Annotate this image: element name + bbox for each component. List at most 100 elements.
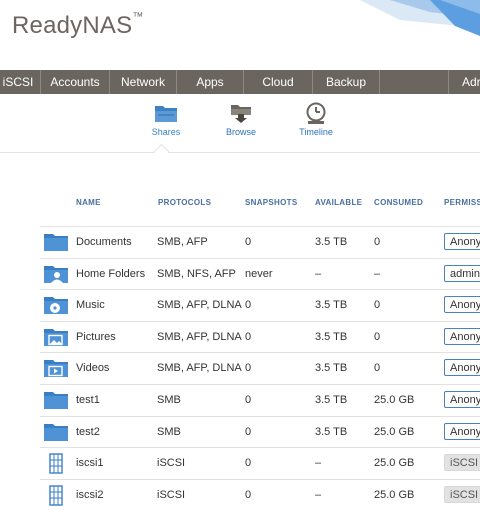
share-available: 3.5 TB xyxy=(315,362,348,375)
share-snapshots: 0 xyxy=(245,330,252,343)
share-snapshots: 0 xyxy=(245,488,252,501)
share-available: 3.5 TB xyxy=(315,394,348,406)
trademark-mark: ™ xyxy=(132,11,144,23)
share-name: iscsi2 xyxy=(76,488,104,501)
share-permission-button[interactable]: Anony xyxy=(444,327,480,345)
share-name: iscsi1 xyxy=(76,457,104,470)
share-consumed: 25.0 GB xyxy=(374,394,415,406)
share-consumed: 25.0 GB xyxy=(374,488,415,501)
share-protocols: SMB, NFS, AFP xyxy=(157,267,236,280)
tab-browse[interactable]: Browse xyxy=(220,102,262,137)
share-consumed: 0 xyxy=(374,236,381,248)
table-row[interactable]: test1 SMB 0 3.5 TB 25.0 GB Anony xyxy=(40,384,480,416)
share-permission-button[interactable]: iSCSI xyxy=(444,485,480,503)
nav-blank[interactable] xyxy=(380,70,448,94)
timeline-clock-icon xyxy=(306,102,326,124)
table-row[interactable]: Pictures SMB, AFP, DLNA 0 3.5 TB 0 Anony xyxy=(40,320,480,353)
col-name[interactable]: NAME xyxy=(76,198,101,207)
tab-shares[interactable]: Shares xyxy=(146,102,186,137)
col-permissions[interactable]: PERMISS xyxy=(444,198,480,207)
share-consumed: 0 xyxy=(374,299,381,312)
share-consumed: – xyxy=(374,267,381,280)
share-name: Music xyxy=(76,299,105,312)
table-row[interactable]: iscsi2 iSCSI 0 – 25.0 GB iSCSI xyxy=(40,478,480,511)
share-permission-button[interactable]: Anony xyxy=(444,296,480,314)
share-consumed: 25.0 GB xyxy=(374,425,415,438)
col-snapshots[interactable]: SNAPSHOTS xyxy=(245,198,298,207)
header-decoration xyxy=(360,0,480,36)
share-snapshots: 0 xyxy=(245,425,252,438)
share-name: Pictures xyxy=(76,330,116,343)
share-protocols: SMB, AFP, DLNA xyxy=(157,330,242,343)
app-header: ReadyNAS™ xyxy=(0,0,480,70)
videos-folder-icon xyxy=(44,360,68,378)
share-name: Videos xyxy=(76,362,110,375)
table-row[interactable]: test2 SMB 0 3.5 TB 25.0 GB Anony xyxy=(40,415,480,448)
nav-iscsi[interactable]: iSCSI xyxy=(0,70,40,94)
share-permission-button[interactable]: iSCSI xyxy=(444,454,480,472)
share-snapshots: 0 xyxy=(245,236,252,248)
col-protocols[interactable]: PROTOCOLS xyxy=(158,198,211,207)
col-available[interactable]: AVAILABLE xyxy=(315,198,362,207)
share-permission-button[interactable]: Anony xyxy=(444,359,480,377)
share-available: 3.5 TB xyxy=(315,425,348,438)
nav-network[interactable]: Network xyxy=(110,70,176,94)
nav-apps[interactable]: Apps xyxy=(177,70,243,94)
iscsi-lun-icon xyxy=(49,453,63,474)
nav-backup[interactable]: Backup xyxy=(313,70,379,94)
share-protocols: SMB, AFP xyxy=(157,236,208,248)
folder-icon xyxy=(44,392,68,409)
folder-icon xyxy=(44,423,68,441)
iscsi-lun-icon xyxy=(49,485,63,506)
table-row[interactable]: Music SMB, AFP, DLNA 0 3.5 TB 0 Anony xyxy=(40,289,480,321)
share-name: Documents xyxy=(76,236,132,248)
shares-folder-icon xyxy=(155,106,177,122)
share-permission-button[interactable]: admin xyxy=(444,264,480,282)
pictures-folder-icon xyxy=(44,328,68,346)
readynas-logo: ReadyNAS™ xyxy=(12,11,144,40)
share-protocols: iSCSI xyxy=(157,457,186,470)
tab-timeline[interactable]: Timeline xyxy=(294,102,338,137)
table-row[interactable]: iscsi1 iSCSI 0 – 25.0 GB iSCSI xyxy=(40,447,480,479)
share-protocols: SMB, AFP, DLNA xyxy=(157,362,242,375)
share-consumed: 25.0 GB xyxy=(374,457,415,470)
share-name: test2 xyxy=(76,425,100,438)
table-row[interactable]: Documents SMB, AFP 0 3.5 TB 0 Anony xyxy=(40,226,480,258)
sub-navigation: Shares Browse Timeline xyxy=(0,94,480,153)
share-protocols: iSCSI xyxy=(157,488,186,501)
share-name: test1 xyxy=(76,394,100,406)
home-folder-icon xyxy=(44,265,68,283)
share-permission-button[interactable]: Anony xyxy=(444,391,480,408)
brand-name: ReadyNAS xyxy=(12,12,133,39)
share-protocols: SMB xyxy=(157,394,181,406)
share-protocols: SMB xyxy=(157,425,181,438)
music-folder-icon xyxy=(44,297,68,315)
tab-timeline-label: Timeline xyxy=(299,127,333,137)
nav-admin[interactable]: Adr xyxy=(462,70,480,94)
share-consumed: 0 xyxy=(374,362,381,375)
nav-accounts[interactable]: Accounts xyxy=(41,70,109,94)
share-available: – xyxy=(315,457,322,470)
table-row[interactable]: Videos SMB, AFP, DLNA 0 3.5 TB 0 Anony xyxy=(40,352,480,384)
share-available: – xyxy=(315,488,322,501)
main-navigation: iSCSI Accounts Network Apps Cloud Backup… xyxy=(0,70,480,94)
share-permission-button[interactable]: Anony xyxy=(444,422,480,440)
tab-shares-label: Shares xyxy=(151,127,181,137)
col-consumed[interactable]: CONSUMED xyxy=(374,198,423,207)
share-available: – xyxy=(315,267,322,280)
share-snapshots: 0 xyxy=(245,394,252,406)
folder-icon xyxy=(44,234,68,251)
share-snapshots: never xyxy=(245,267,273,280)
browse-icon xyxy=(231,105,251,123)
share-permission-button[interactable]: Anony xyxy=(444,233,480,250)
nav-cloud[interactable]: Cloud xyxy=(244,70,312,94)
share-snapshots: 0 xyxy=(245,457,252,470)
table-row[interactable]: Home Folders SMB, NFS, AFP never – – admin xyxy=(40,257,480,290)
share-available: 3.5 TB xyxy=(315,330,348,343)
share-consumed: 0 xyxy=(374,330,381,343)
share-snapshots: 0 xyxy=(245,362,252,375)
share-available: 3.5 TB xyxy=(315,299,348,312)
share-available: 3.5 TB xyxy=(315,236,348,248)
share-protocols: SMB, AFP, DLNA xyxy=(157,299,242,312)
share-name: Home Folders xyxy=(76,267,146,280)
